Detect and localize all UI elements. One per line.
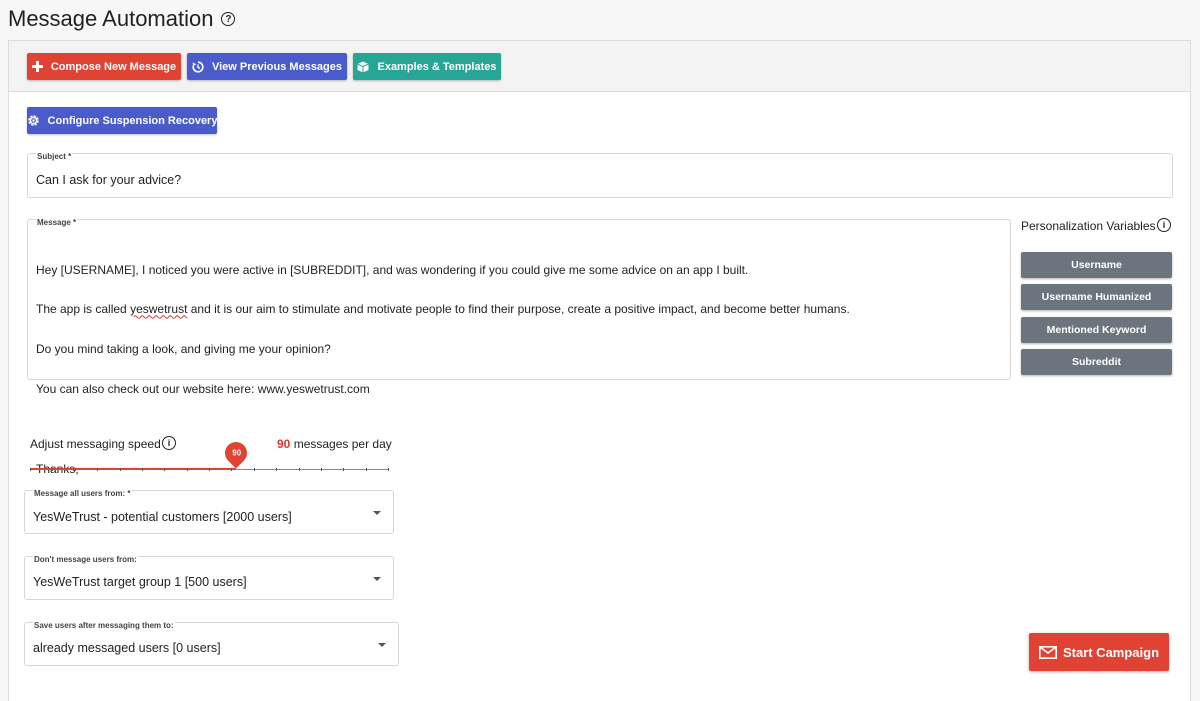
- variable-username-humanized-button[interactable]: Username Humanized: [1021, 284, 1172, 310]
- message-field[interactable]: Message * Hey [USERNAME], I noticed you …: [27, 218, 1011, 515]
- include-select-value: YesWeTrust - potential customers [2000 u…: [33, 510, 292, 524]
- chevron-down-icon: [373, 577, 381, 581]
- box-icon: [357, 61, 370, 73]
- chevron-down-icon: [373, 511, 381, 515]
- slider-tick: [320, 468, 322, 471]
- exclude-select-label: Don't message users from:: [33, 555, 138, 565]
- save-select-value: already messaged users [0 users]: [33, 641, 221, 655]
- message-line: Hey [USERNAME], I noticed you were activ…: [36, 262, 749, 277]
- exclude-select-value: YesWeTrust target group 1 [500 users]: [33, 575, 247, 589]
- slider-tick: [141, 468, 143, 471]
- include-users-select[interactable]: Message all users from: * YesWeTrust - p…: [24, 489, 394, 534]
- history-icon: [192, 60, 204, 73]
- speed-readout: 90 messages per day: [277, 437, 392, 451]
- help-icon[interactable]: ?: [221, 12, 236, 26]
- plus-icon: [31, 61, 43, 72]
- slider-tick: [343, 468, 345, 471]
- speed-slider[interactable]: 90: [30, 437, 389, 471]
- view-previous-messages-button[interactable]: View Previous Messages: [187, 53, 347, 80]
- start-campaign-button[interactable]: Start Campaign: [1029, 633, 1169, 671]
- speed-unit: messages per day: [293, 437, 392, 451]
- slider-tick: [298, 468, 300, 471]
- toolbar: Compose New Message View Previous Messag…: [9, 41, 1190, 92]
- start-campaign-label: Start Campaign: [1062, 644, 1160, 660]
- include-select-label: Message all users from: *: [33, 489, 132, 499]
- slider-tick: [186, 468, 188, 471]
- page-header: Message Automation ?: [8, 4, 236, 34]
- slider-tick: [164, 468, 166, 471]
- chevron-down-icon: [378, 643, 386, 647]
- slider-tick: [30, 468, 31, 471]
- message-line: [36, 423, 850, 436]
- slider-tick: [119, 468, 121, 471]
- message-label: Message *: [36, 218, 78, 228]
- message-line: You can also check out our website here:…: [36, 382, 370, 397]
- personalization-title: Personalization Variables: [1021, 219, 1156, 233]
- save-users-select[interactable]: Save users after messaging them to: alre…: [24, 621, 399, 666]
- subject-label: Subject *: [36, 152, 73, 162]
- slider-tick: [209, 468, 210, 471]
- misspelled-word: yeswetrust: [130, 302, 188, 317]
- message-line: The app is called yeswetrust and it is o…: [36, 302, 850, 317]
- slider-tick: [253, 468, 255, 471]
- save-select-label: Save users after messaging them to:: [33, 621, 175, 631]
- slider-tick: [388, 468, 389, 471]
- compose-label: Compose New Message: [50, 60, 177, 73]
- view-label: View Previous Messages: [211, 60, 343, 73]
- main-panel: Compose New Message View Previous Messag…: [8, 40, 1191, 701]
- examples-templates-button[interactable]: Examples & Templates: [353, 53, 501, 80]
- info-icon[interactable]: i: [1157, 218, 1171, 232]
- speed-value: 90: [277, 437, 291, 451]
- subject-value: Can I ask for your advice?: [36, 173, 182, 187]
- subject-field[interactable]: Subject * Can I ask for your advice?: [27, 152, 1173, 198]
- variable-mentioned-keyword-button[interactable]: Mentioned Keyword: [1021, 317, 1172, 343]
- exclude-users-select[interactable]: Don't message users from: YesWeTrust tar…: [24, 555, 394, 600]
- slider-tick: [97, 468, 99, 471]
- variable-subreddit-button[interactable]: Subreddit: [1021, 349, 1172, 375]
- slider-tick: [74, 468, 76, 471]
- page-title: Message Automation: [8, 6, 214, 31]
- compose-new-message-button[interactable]: Compose New Message: [27, 53, 181, 80]
- slider-tick: [276, 468, 278, 471]
- variable-username-button[interactable]: Username: [1021, 252, 1172, 278]
- slider-fill: [30, 468, 236, 470]
- message-line: Do you mind taking a look, and giving me…: [36, 342, 331, 357]
- config-label: Configure Suspension Recovery: [47, 114, 218, 127]
- speed-label: Adjust messaging speed: [30, 437, 161, 451]
- slider-tick: [365, 468, 367, 471]
- configure-suspension-recovery-button[interactable]: Configure Suspension Recovery: [27, 107, 217, 134]
- slider-tick: [231, 468, 233, 471]
- gear-icon: [27, 114, 40, 127]
- info-icon[interactable]: i: [162, 436, 176, 450]
- slider-tick: [52, 468, 54, 471]
- examples-label: Examples & Templates: [377, 60, 497, 73]
- envelope-icon: [1038, 645, 1057, 659]
